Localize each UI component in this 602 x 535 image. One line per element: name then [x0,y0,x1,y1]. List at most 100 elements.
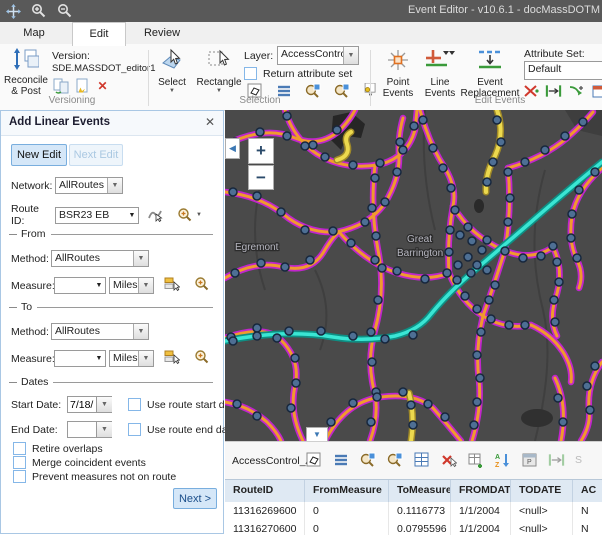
merge-coincident-checkbox[interactable] [13,456,26,469]
event-replacement-button[interactable]: Event Replacement [458,48,522,99]
use-route-end-checkbox[interactable] [128,423,141,436]
svg-text:Z: Z [495,462,500,468]
to-unit-arrow-icon[interactable]: ▼ [138,351,153,366]
return-attr-checkbox[interactable] [244,67,257,80]
cell: 0 [305,502,389,520]
table-report-icon[interactable]: P [521,451,538,468]
from-method-value: AllRoutes [52,251,133,266]
end-date-input[interactable] [67,421,97,438]
cell: 1/1/2004 [451,502,511,520]
zoom-in-icon[interactable] [30,2,48,20]
to-method-dropdown[interactable]: AllRoutes ▼ [51,323,149,340]
table-list-icon[interactable] [332,451,349,468]
column-header[interactable]: ToMeasure [389,480,451,502]
collapse-table-tab[interactable]: ▼ [306,427,328,441]
retire-overlaps-checkbox[interactable] [13,442,26,455]
event-attributes-window-icon[interactable] [591,83,602,99]
new-edit-button[interactable]: New Edit [11,144,67,166]
to-measure-arrow-icon[interactable]: ▼ [93,351,105,366]
end-date-arrow-icon[interactable]: ▼ [97,422,112,437]
from-measure-arrow-icon[interactable]: ▼ [93,278,105,293]
rectangle-button[interactable]: Rectangle ▼ [196,48,242,94]
column-header[interactable]: FromMeasure [305,480,389,502]
use-route-start-checkbox[interactable] [128,398,141,411]
table-pan-to-selection-icon[interactable] [386,451,403,468]
network-dropdown-arrow-icon[interactable]: ▼ [107,178,122,193]
column-header[interactable]: AC [573,480,602,502]
next-button[interactable]: Next > [173,488,217,509]
layer-dropdown[interactable]: AccessControl_A ▼ [277,46,359,65]
reconcile-post-icon [13,48,39,73]
table-zoom-to-selection-icon[interactable] [359,451,376,468]
pick-route-icon[interactable] [147,206,163,225]
route-zoom-caret-icon[interactable]: ▼ [196,212,202,218]
table-save-button[interactable]: S [575,454,582,466]
to-unit-dropdown[interactable]: Miles ▼ [109,350,154,367]
from-method-dropdown[interactable]: AllRoutes ▼ [51,250,149,267]
layer-dropdown-arrow-icon[interactable]: ▼ [343,47,358,64]
to-method-arrow-icon[interactable]: ▼ [133,324,148,339]
prevent-measures-checkbox[interactable] [13,470,26,483]
app-title: Event Editor - v10.6.1 - docMassDOTM [408,4,600,16]
network-dropdown[interactable]: AllRoutes ▼ [55,177,123,194]
table-sort-icon[interactable]: AZ [494,451,511,468]
map-zoom-in-button[interactable]: + [248,138,274,164]
table-move-measure-icon[interactable] [548,451,565,468]
start-date-arrow-icon[interactable]: ▼ [97,397,112,412]
panel-header: Add Linear Events ✕ [1,111,223,136]
dates-section-legend: Dates [9,376,213,388]
end-date-picker[interactable]: ▼ [97,421,112,438]
tab-map[interactable]: Map [8,22,60,44]
attribute-set-dropdown[interactable]: Default [524,61,602,80]
tab-edit[interactable]: Edit [72,22,126,46]
zoom-to-selection-icon[interactable] [304,83,321,99]
start-date-picker[interactable]: ▼ [97,396,112,413]
to-zoom-icon[interactable] [194,349,210,368]
return-attr-label: Return attribute set [263,68,352,80]
from-measure-pick-icon[interactable] [164,276,180,295]
from-method-arrow-icon[interactable]: ▼ [133,251,148,266]
reconcile-post-button[interactable]: Reconcile & Post [2,48,50,97]
column-header[interactable]: TODATE [511,480,573,502]
column-header[interactable]: FROMDATE [451,480,511,502]
edit-events-group-label: Edit Events [452,95,548,106]
to-measure-pick-icon[interactable] [164,349,180,368]
group-separator [370,50,371,106]
line-events-button[interactable]: Line Events [420,48,460,99]
merge-events-icon[interactable] [568,83,585,99]
from-unit-arrow-icon[interactable]: ▼ [138,278,153,293]
map-zoom-out-button[interactable]: − [248,165,274,190]
route-id-combo[interactable]: BSR23 EB ▼ [55,207,139,224]
close-icon[interactable]: ✕ [205,115,215,129]
pan-icon[interactable] [4,2,22,20]
column-header[interactable]: RouteID [225,480,305,502]
table-grid-icon[interactable] [413,451,430,468]
table-add-row-icon[interactable] [467,451,484,468]
tab-review[interactable]: Review [134,22,190,44]
refresh-version-icon[interactable] [52,78,69,94]
table-row[interactable]: 11316269600 0 0.1116773 1/1/2004 <null> … [225,502,602,521]
next-edit-button[interactable]: Next Edit [69,144,123,166]
route-id-dropdown-arrow-icon[interactable]: ▼ [126,208,138,223]
select-label: Select [158,77,186,88]
point-events-label: Point Events [378,77,418,99]
map-canvas[interactable]: Egremont Great Barrington [225,110,602,441]
point-events-button[interactable]: Point Events [378,48,418,99]
pan-to-selection-icon[interactable] [333,83,350,99]
delete-version-icon[interactable]: ✕ [94,78,111,94]
to-measure-combo[interactable]: ▼ [54,350,106,367]
new-version-icon[interactable] [73,78,90,94]
from-unit-dropdown[interactable]: Miles ▼ [109,277,154,294]
map-label-barrington: Barrington [397,248,443,259]
collapse-panel-tab[interactable]: ◀ [225,138,240,159]
zoom-out-icon[interactable] [56,2,74,20]
route-zoom-icon[interactable]: ▼ [177,207,202,223]
from-zoom-icon[interactable] [194,276,210,295]
use-route-end-label: Use route end date [147,424,236,436]
select-button[interactable]: Select ▼ [152,48,192,94]
table-clear-selection-icon[interactable] [440,451,457,468]
start-date-input[interactable] [67,396,97,413]
from-measure-combo[interactable]: ▼ [54,277,106,294]
table-select-features-icon[interactable] [305,451,322,468]
table-row[interactable]: 11316270600 0 0.0795596 1/1/2004 <null> … [225,520,602,535]
